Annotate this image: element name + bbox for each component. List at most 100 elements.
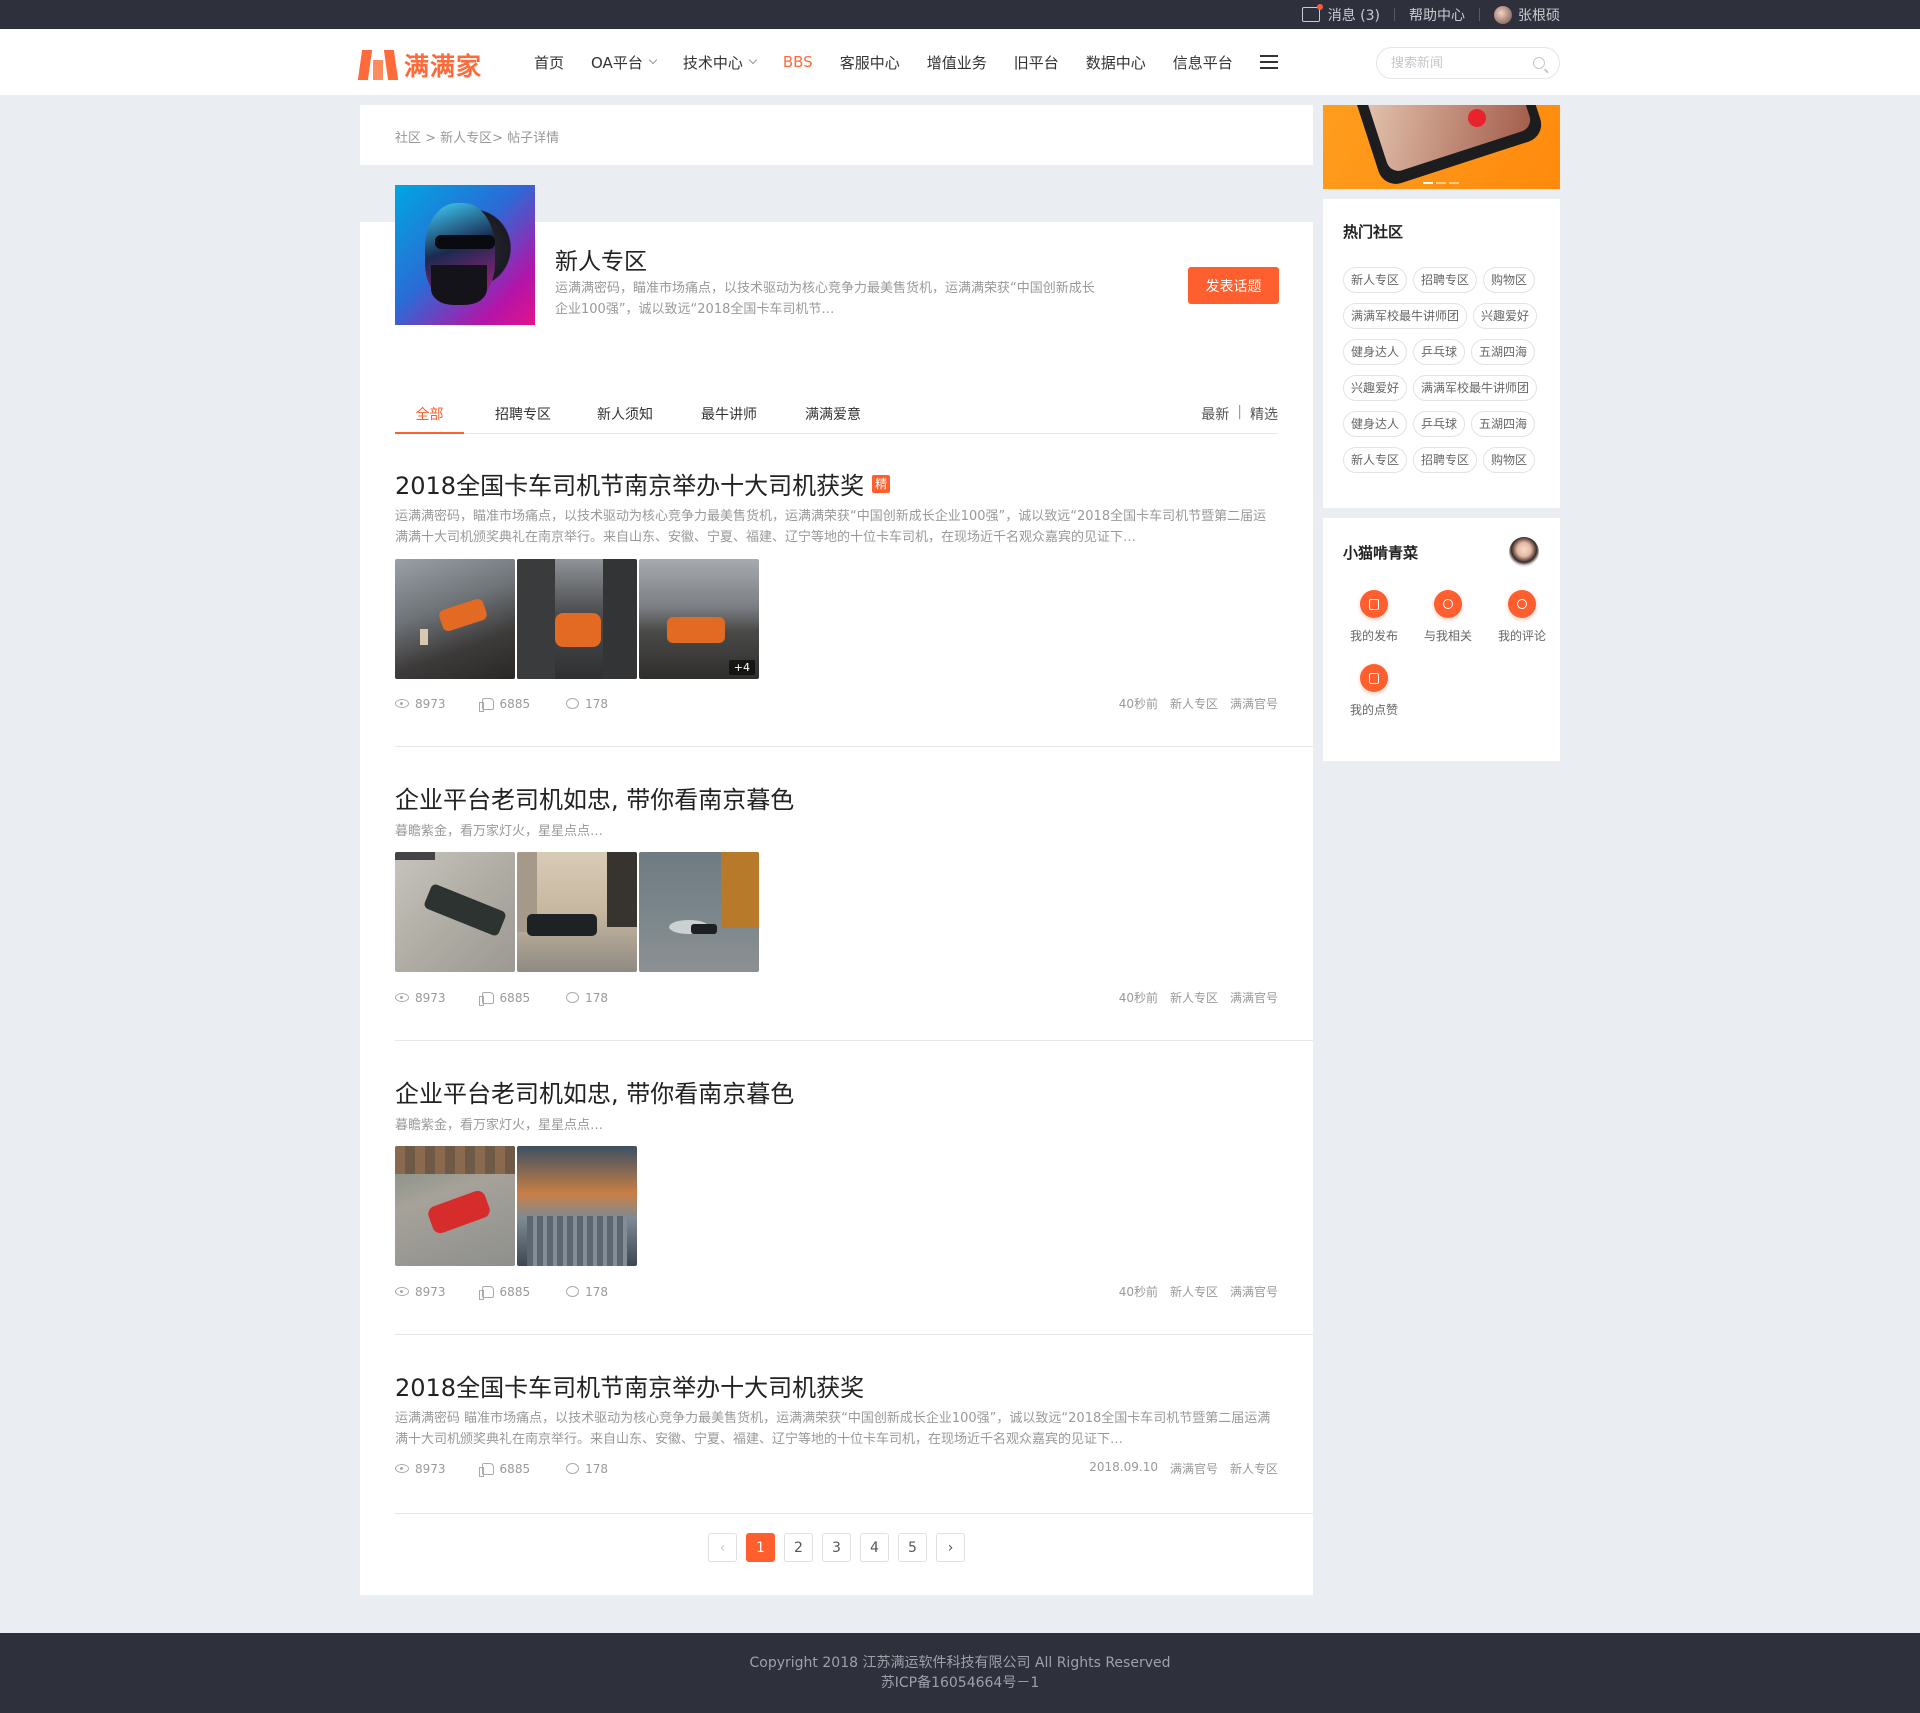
menu-icon[interactable] — [1259, 55, 1278, 69]
nav-item[interactable]: 增值业务 — [927, 52, 987, 73]
post-images[interactable] — [395, 852, 759, 972]
post-author[interactable]: 满满官号 — [1230, 1283, 1278, 1300]
breadcrumb[interactable]: 社区 > 新人专区> 帖子详情 — [395, 127, 559, 146]
sidebar-banner[interactable] — [1323, 105, 1560, 189]
user-menu[interactable]: 张根硕 — [1494, 5, 1560, 25]
tab-all[interactable]: 全部 — [395, 404, 464, 434]
post-title-text[interactable]: 企业平台老司机如忠, 带你看南京暮色 — [395, 780, 794, 815]
page-button[interactable]: 3 — [822, 1533, 851, 1562]
post-images[interactable]: +4 — [395, 559, 759, 679]
page-button[interactable]: 5 — [898, 1533, 927, 1562]
views-icon — [395, 993, 409, 1002]
search-box[interactable] — [1376, 47, 1560, 79]
post-title-text[interactable]: 企业平台老司机如忠, 带你看南京暮色 — [395, 1074, 794, 1109]
post-image[interactable] — [395, 559, 515, 679]
post-author[interactable]: 新人专区 — [1230, 1460, 1278, 1477]
search-input[interactable] — [1391, 55, 1521, 71]
tab-manman-love[interactable]: 满满爱意 — [803, 404, 863, 434]
post-title[interactable]: 2018全国卡车司机节南京举办十大司机获奖 精 — [395, 466, 1313, 501]
comments-count: 178 — [585, 990, 608, 1005]
comment-icon[interactable] — [566, 698, 580, 709]
nav-item[interactable]: 旧平台 — [1014, 52, 1059, 73]
community-tag[interactable]: 招聘专区 — [1413, 447, 1478, 473]
post-title[interactable]: 企业平台老司机如忠, 带你看南京暮色 — [395, 780, 1313, 815]
page-button[interactable]: 4 — [860, 1533, 889, 1562]
post-author[interactable]: 满满官号 — [1230, 989, 1278, 1006]
my-likes-button[interactable]: 我的点赞 — [1337, 664, 1411, 718]
messages-link[interactable]: 消息 (3) — [1301, 4, 1380, 25]
post-image[interactable] — [639, 852, 759, 972]
post-image[interactable]: +4 — [639, 559, 759, 679]
post-images[interactable] — [395, 1146, 637, 1266]
post-category[interactable]: 新人专区 — [1170, 1283, 1218, 1300]
banner-dots[interactable] — [1423, 182, 1459, 184]
chevron-down-icon — [648, 55, 658, 65]
community-tag[interactable]: 招聘专区 — [1413, 267, 1478, 293]
nav-item[interactable]: 首页 — [534, 52, 564, 73]
page-button[interactable]: 2 — [784, 1533, 813, 1562]
post-image[interactable] — [517, 559, 637, 679]
nav-item[interactable]: BBS — [783, 53, 813, 71]
post-item[interactable]: 企业平台老司机如忠, 带你看南京暮色 暮瞻紫金，看万家灯火，星星点点… 8973… — [395, 780, 1313, 1006]
nav-item[interactable]: 数据中心 — [1086, 52, 1146, 73]
comment-icon[interactable] — [566, 1463, 580, 1474]
prev-page-button[interactable]: ‹ — [708, 1533, 737, 1562]
post-title[interactable]: 2018全国卡车司机节南京举办十大司机获奖 — [395, 1368, 1313, 1403]
community-tag[interactable]: 新人专区 — [1343, 447, 1408, 473]
like-icon[interactable] — [478, 1462, 494, 1477]
community-tag[interactable]: 健身达人 — [1343, 411, 1408, 437]
post-author[interactable]: 满满官号 — [1230, 695, 1278, 712]
tab-newcomer-notice[interactable]: 新人须知 — [595, 404, 655, 434]
page-button[interactable]: 1 — [746, 1533, 775, 1562]
post-category[interactable]: 新人专区 — [1170, 989, 1218, 1006]
community-tag[interactable]: 购物区 — [1483, 267, 1536, 293]
search-icon[interactable] — [1533, 57, 1545, 69]
community-tag[interactable]: 兴趣爱好 — [1473, 303, 1538, 329]
sort-latest[interactable]: 最新 — [1201, 404, 1229, 424]
community-tag[interactable]: 五湖四海 — [1471, 411, 1536, 437]
tab-top-lecturers[interactable]: 最牛讲师 — [699, 404, 759, 434]
community-tag[interactable]: 健身达人 — [1343, 339, 1408, 365]
community-tag[interactable]: 满满军校最牛讲师团 — [1343, 303, 1468, 329]
post-stats: 8973 6885 178 40秒前 新人专区 满满官号 — [395, 1283, 1278, 1300]
post-item[interactable]: 2018全国卡车司机节南京举办十大司机获奖 运满满密码 瞄准市场痛点，以技术驱动… — [395, 1368, 1313, 1477]
post-category[interactable]: 满满官号 — [1170, 1460, 1218, 1477]
community-tag[interactable]: 新人专区 — [1343, 267, 1408, 293]
post-image[interactable] — [517, 852, 637, 972]
like-icon[interactable] — [478, 697, 494, 712]
post-image[interactable] — [395, 852, 515, 972]
help-center-link[interactable]: 帮助中心 — [1409, 5, 1465, 25]
post-item[interactable]: 2018全国卡车司机节南京举办十大司机获奖 精 运满满密码，瞄准市场痛点，以技术… — [395, 466, 1313, 712]
community-tag[interactable]: 满满军校最牛讲师团 — [1413, 375, 1538, 401]
comment-icon[interactable] — [566, 992, 580, 1003]
next-page-button[interactable]: › — [936, 1533, 965, 1562]
post-topic-button[interactable]: 发表话题 — [1188, 267, 1279, 304]
community-tag[interactable]: 购物区 — [1483, 447, 1536, 473]
related-to-me-button[interactable]: 与我相关 — [1411, 590, 1485, 644]
my-posts-button[interactable]: 我的发布 — [1337, 590, 1411, 644]
community-tag[interactable]: 乒乓球 — [1413, 339, 1466, 365]
post-title-text[interactable]: 2018全国卡车司机节南京举办十大司机获奖 — [395, 466, 864, 501]
my-comments-button[interactable]: 我的评论 — [1485, 590, 1559, 644]
tab-recruitment[interactable]: 招聘专区 — [493, 404, 553, 434]
community-tag[interactable]: 乒乓球 — [1413, 411, 1466, 437]
nav-item[interactable]: 信息平台 — [1173, 52, 1233, 73]
post-excerpt: 暮瞻紫金，看万家灯火，星星点点… — [395, 1118, 604, 1133]
nav-item[interactable]: 技术中心 — [683, 52, 758, 73]
post-item[interactable]: 企业平台老司机如忠, 带你看南京暮色 暮瞻紫金，看万家灯火，星星点点… 8973… — [395, 1074, 1313, 1300]
post-category[interactable]: 新人专区 — [1170, 695, 1218, 712]
like-icon[interactable] — [478, 1285, 494, 1300]
nav-item[interactable]: OA平台 — [591, 52, 658, 73]
like-icon[interactable] — [478, 991, 494, 1006]
post-image[interactable] — [517, 1146, 637, 1266]
nav-item[interactable]: 客服中心 — [840, 52, 900, 73]
community-tag[interactable]: 兴趣爱好 — [1343, 375, 1408, 401]
post-title[interactable]: 企业平台老司机如忠, 带你看南京暮色 — [395, 1074, 1313, 1109]
logo[interactable]: 满满家 — [357, 47, 482, 83]
post-title-text[interactable]: 2018全国卡车司机节南京举办十大司机获奖 — [395, 1368, 864, 1403]
sort-featured[interactable]: 精选 — [1250, 404, 1278, 424]
post-image[interactable] — [395, 1146, 515, 1266]
community-tag[interactable]: 五湖四海 — [1471, 339, 1536, 365]
comment-icon[interactable] — [566, 1286, 580, 1297]
avatar[interactable] — [1509, 537, 1539, 567]
